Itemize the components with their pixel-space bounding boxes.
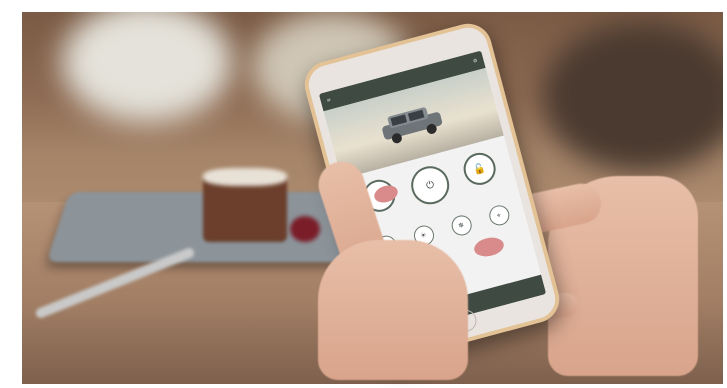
climate-icon: ❄ xyxy=(457,220,466,231)
location-icon: ⌖ xyxy=(495,210,502,220)
left-hand xyxy=(318,240,468,380)
climate-button[interactable]: ❄ xyxy=(448,213,474,238)
engine-start-button[interactable]: ⏻ xyxy=(406,161,454,209)
settings-icon[interactable]: ⚙ xyxy=(472,58,478,65)
location-button[interactable]: ⌖ xyxy=(486,203,512,228)
background-blur-light xyxy=(62,12,232,122)
suv-image xyxy=(382,107,443,144)
engine-start-icon: ⏻ xyxy=(424,178,436,192)
lights-icon: ☀ xyxy=(419,231,428,241)
menu-icon[interactable]: ≡ xyxy=(326,97,332,104)
cake-topping xyxy=(203,168,287,186)
background-blur-dark xyxy=(542,22,723,172)
unlock-button[interactable]: 🔓 xyxy=(459,149,499,189)
unlock-icon: 🔓 xyxy=(471,162,487,176)
berry xyxy=(290,216,320,242)
